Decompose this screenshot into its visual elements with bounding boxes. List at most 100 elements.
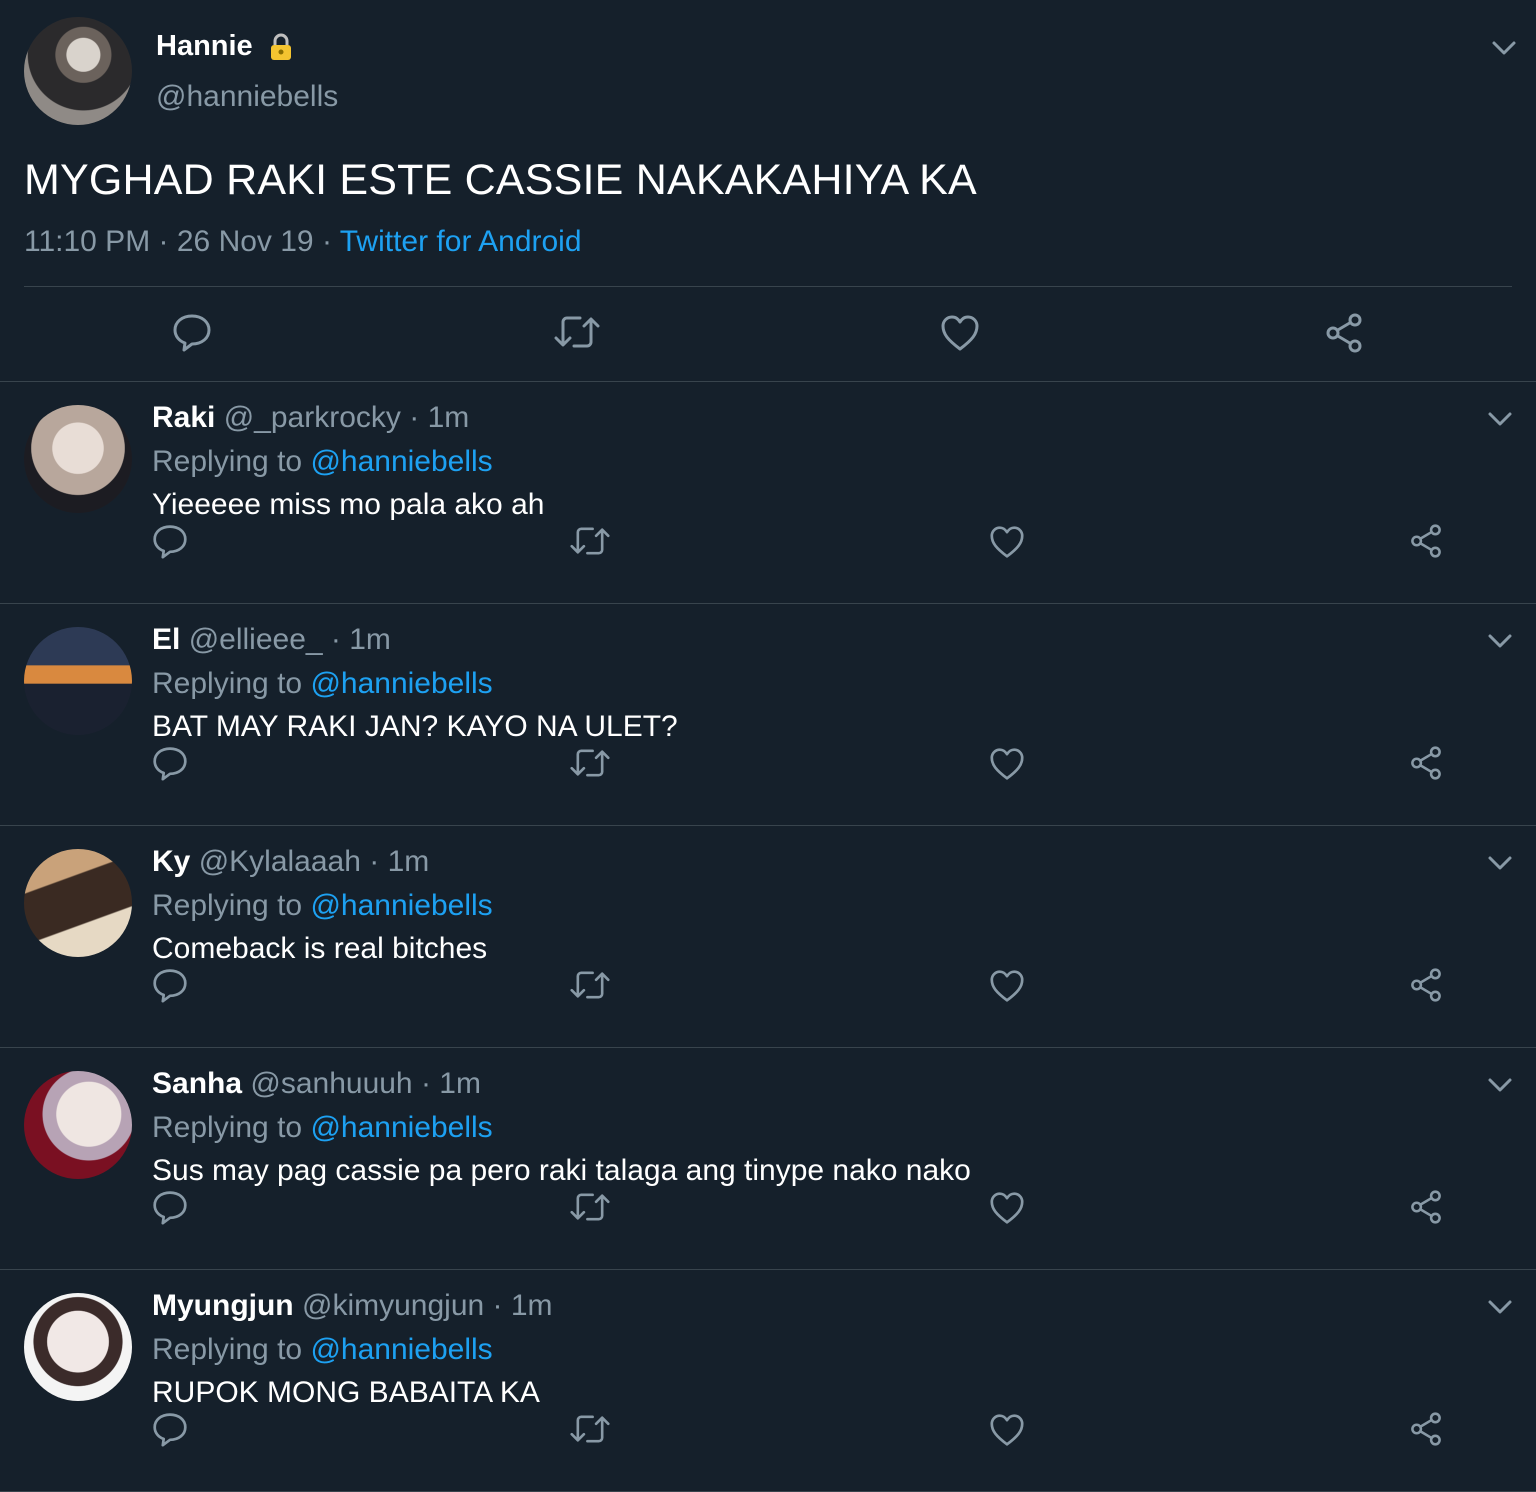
reply-tweet[interactable]: Raki @_parkrocky · 1m Replying to @hanni… bbox=[0, 381, 1536, 604]
replying-to-mention[interactable]: @hanniebells bbox=[310, 889, 492, 922]
replying-to: Replying to @hanniebells bbox=[152, 1111, 493, 1145]
reply-text: Yieeeee miss mo pala ako ah bbox=[152, 488, 545, 521]
reply-time[interactable]: 1m bbox=[428, 401, 470, 434]
retweet-icon[interactable] bbox=[554, 314, 600, 350]
avatar[interactable] bbox=[24, 849, 132, 957]
chevron-down-icon[interactable] bbox=[1487, 633, 1513, 649]
replying-to-mention[interactable]: @hanniebells bbox=[310, 1111, 492, 1144]
tweet-text: MYGHAD RAKI ESTE CASSIE NAKAKAHIYA KA bbox=[24, 156, 977, 204]
tweet-actions bbox=[0, 310, 1536, 356]
replying-to-mention[interactable]: @hanniebells bbox=[310, 445, 492, 478]
avatar[interactable] bbox=[24, 405, 132, 513]
like-icon[interactable] bbox=[989, 525, 1025, 559]
reply-author-handle[interactable]: @_parkrocky bbox=[224, 401, 401, 434]
share-icon[interactable] bbox=[1409, 1189, 1443, 1225]
chevron-down-icon[interactable] bbox=[1487, 855, 1513, 871]
tweet-date: 26 Nov 19 bbox=[176, 225, 314, 258]
share-icon[interactable] bbox=[1409, 523, 1443, 559]
chevron-down-icon[interactable] bbox=[1491, 40, 1517, 56]
reply-author-name[interactable]: Myungjun bbox=[152, 1289, 294, 1322]
reply-author-name[interactable]: Sanha bbox=[152, 1067, 242, 1100]
reply-author-name[interactable]: Ky bbox=[152, 845, 190, 878]
like-icon[interactable] bbox=[989, 969, 1025, 1003]
avatar[interactable] bbox=[24, 1293, 132, 1401]
tweet-meta: 11:10 PM · 26 Nov 19 · Twitter for Andro… bbox=[24, 225, 582, 259]
meta-separator: · bbox=[400, 401, 428, 434]
retweet-icon[interactable] bbox=[570, 747, 610, 779]
reply-icon[interactable] bbox=[152, 1411, 188, 1447]
author-name[interactable]: Hannie bbox=[156, 30, 293, 63]
reply-tweet[interactable]: Sanha @sanhuuuh · 1m Replying to @hannie… bbox=[0, 1047, 1536, 1270]
author-handle[interactable]: @hanniebells bbox=[156, 80, 338, 114]
reply-icon[interactable] bbox=[152, 967, 188, 1003]
reply-text: RUPOK MONG BABAITA KA bbox=[152, 1376, 540, 1409]
reply-author-name[interactable]: Raki bbox=[152, 401, 215, 434]
meta-separator: · bbox=[313, 225, 340, 258]
meta-separator: · bbox=[412, 1067, 440, 1100]
reply-header: Myungjun @kimyungjun · 1m bbox=[152, 1289, 553, 1323]
like-icon[interactable] bbox=[989, 1191, 1025, 1225]
share-icon[interactable] bbox=[1409, 745, 1443, 781]
tweet-source-link[interactable]: Twitter for Android bbox=[340, 225, 582, 258]
like-icon[interactable] bbox=[989, 747, 1025, 781]
author-name-label[interactable]: Hannie bbox=[156, 30, 253, 62]
lock-icon bbox=[269, 33, 293, 61]
reply-tweet[interactable]: El @ellieee_ · 1m Replying to @hanniebel… bbox=[0, 603, 1536, 826]
reply-actions bbox=[0, 1189, 1536, 1229]
reply-actions bbox=[0, 745, 1536, 785]
replying-to: Replying to @hanniebells bbox=[152, 1333, 493, 1367]
reply-time[interactable]: 1m bbox=[511, 1289, 553, 1322]
reply-icon[interactable] bbox=[152, 523, 188, 559]
reply-text: BAT MAY RAKI JAN? KAYO NA ULET? bbox=[152, 710, 678, 743]
chevron-down-icon[interactable] bbox=[1487, 411, 1513, 427]
replying-to-mention[interactable]: @hanniebells bbox=[310, 1333, 492, 1366]
replying-to-label: Replying to bbox=[152, 445, 303, 478]
chevron-down-icon[interactable] bbox=[1487, 1077, 1513, 1093]
reply-icon[interactable] bbox=[152, 745, 188, 781]
tweet-time: 11:10 PM bbox=[24, 225, 151, 258]
reply-tweet[interactable]: Ky @Kylalaaah · 1m Replying to @hanniebe… bbox=[0, 825, 1536, 1048]
share-icon[interactable] bbox=[1409, 1411, 1443, 1447]
reply-tweet[interactable]: Myungjun @kimyungjun · 1m Replying to @h… bbox=[0, 1269, 1536, 1492]
avatar[interactable] bbox=[24, 627, 132, 735]
like-icon[interactable] bbox=[940, 314, 980, 352]
reply-actions bbox=[0, 967, 1536, 1007]
reply-actions bbox=[0, 1411, 1536, 1451]
reply-author-handle[interactable]: @Kylalaaah bbox=[199, 845, 361, 878]
replying-to-mention[interactable]: @hanniebells bbox=[310, 667, 492, 700]
replying-to-label: Replying to bbox=[152, 1333, 303, 1366]
replying-to-label: Replying to bbox=[152, 667, 303, 700]
reply-time[interactable]: 1m bbox=[388, 845, 430, 878]
reply-time[interactable]: 1m bbox=[439, 1067, 481, 1100]
retweet-icon[interactable] bbox=[570, 525, 610, 557]
retweet-icon[interactable] bbox=[570, 1413, 610, 1445]
reply-icon[interactable] bbox=[172, 312, 212, 352]
reply-actions bbox=[0, 523, 1536, 563]
retweet-icon[interactable] bbox=[570, 1191, 610, 1223]
reply-icon[interactable] bbox=[152, 1189, 188, 1225]
reply-time[interactable]: 1m bbox=[349, 623, 391, 656]
reply-author-handle[interactable]: @ellieee_ bbox=[189, 623, 323, 656]
share-icon[interactable] bbox=[1409, 967, 1443, 1003]
meta-separator: · bbox=[484, 1289, 511, 1322]
meta-separator: · bbox=[360, 845, 388, 878]
divider bbox=[24, 286, 1512, 287]
avatar[interactable] bbox=[24, 17, 132, 125]
reply-header: Sanha @sanhuuuh · 1m bbox=[152, 1067, 481, 1101]
main-tweet: Hannie @hanniebells MYGHAD RAKI ESTE CAS… bbox=[0, 0, 1536, 382]
share-icon[interactable] bbox=[1324, 312, 1364, 354]
like-icon[interactable] bbox=[989, 1413, 1025, 1447]
replying-to: Replying to @hanniebells bbox=[152, 445, 493, 479]
reply-author-handle[interactable]: @kimyungjun bbox=[302, 1289, 484, 1322]
replying-to-label: Replying to bbox=[152, 889, 303, 922]
reply-header: El @ellieee_ · 1m bbox=[152, 623, 391, 657]
retweet-icon[interactable] bbox=[570, 969, 610, 1001]
replying-to-label: Replying to bbox=[152, 1111, 303, 1144]
meta-separator: · bbox=[322, 623, 350, 656]
reply-header: Raki @_parkrocky · 1m bbox=[152, 401, 469, 435]
reply-author-handle[interactable]: @sanhuuuh bbox=[250, 1067, 412, 1100]
reply-author-name[interactable]: El bbox=[152, 623, 180, 656]
avatar[interactable] bbox=[24, 1071, 132, 1179]
reply-text: Comeback is real bitches bbox=[152, 932, 488, 965]
chevron-down-icon[interactable] bbox=[1487, 1299, 1513, 1315]
